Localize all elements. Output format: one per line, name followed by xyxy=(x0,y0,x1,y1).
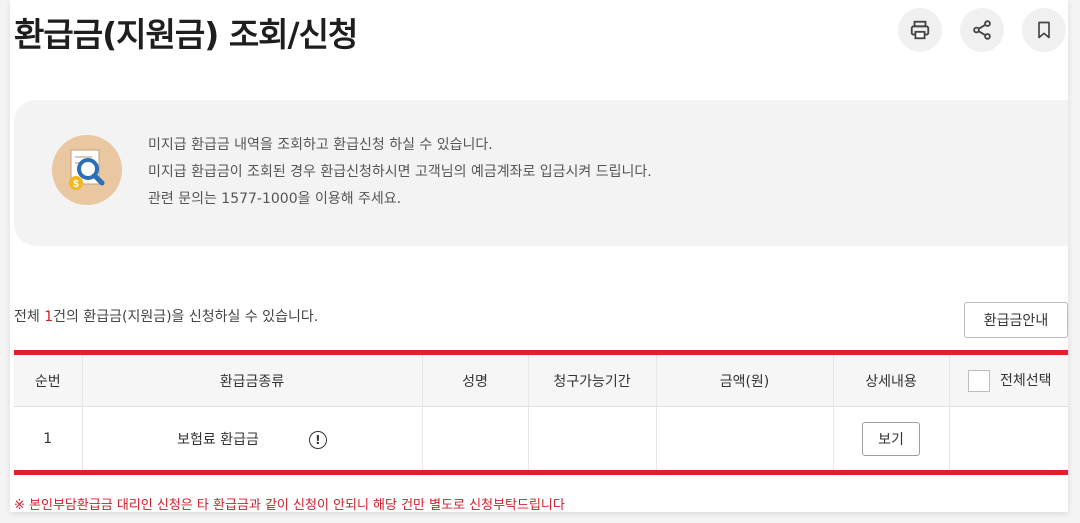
col-header-detail: 상세내용 xyxy=(832,352,949,407)
info-line: 미지급 환급금이 조회된 경우 환급신청하시면 고객님의 예금계좌로 입금시켜 … xyxy=(148,164,652,180)
cell-no: 1 xyxy=(43,430,53,447)
col-header-period: 청구가능기간 xyxy=(527,352,656,407)
refund-type-label: 보험료 환급금 xyxy=(177,431,259,448)
svg-text:$: $ xyxy=(73,179,79,190)
col-header-no: 순번 xyxy=(14,352,82,407)
printer-icon xyxy=(910,20,930,40)
summary-prefix: 전체 xyxy=(14,309,45,325)
cell-select xyxy=(948,406,1068,473)
notice-text: ※ 본인부담환급금 대리인 신청은 타 환급금과 같이 신청이 안되니 해당 건… xyxy=(14,498,565,512)
share-button[interactable] xyxy=(960,8,1004,52)
col-header-select-all: 전체선택 xyxy=(948,352,1068,407)
cell-amount xyxy=(655,406,833,473)
select-all-checkbox[interactable] xyxy=(967,369,990,392)
select-all-label: 전체선택 xyxy=(999,372,1052,389)
table-row: 1 보험료 환급금! 보기 xyxy=(14,406,1068,473)
refund-table: 순번 환급금종류 성명 청구가능기간 금액(원) 상세내용 전체선택 1 보험료… xyxy=(14,350,1068,475)
bookmark-icon xyxy=(1038,21,1050,39)
info-line: 미지급 환급금 내역을 조회하고 환급신청 하실 수 있습니다. xyxy=(148,137,493,153)
cell-period xyxy=(527,406,656,473)
view-detail-button[interactable]: 보기 xyxy=(862,421,920,456)
page-title: 환급금(지원금) 조회/신청 xyxy=(14,15,358,54)
page-container: 환급금(지원금) 조회/신청 $ 미지급 환급금 내역을 조회하고 환급신청 하… xyxy=(10,0,1068,512)
summary-suffix: 건의 환급금(지원금)을 신청하실 수 있습니다. xyxy=(53,309,319,325)
bookmark-button[interactable] xyxy=(1022,8,1066,52)
share-icon xyxy=(973,20,991,40)
summary-count: 1 xyxy=(44,309,54,325)
info-line: 관련 문의는 1577-1000을 이용해 주세요. xyxy=(148,191,402,207)
col-header-amount: 금액(원) xyxy=(655,352,833,407)
info-alert-icon[interactable]: ! xyxy=(308,430,327,449)
info-box: $ 미지급 환급금 내역을 조회하고 환급신청 하실 수 있습니다. 미지급 환… xyxy=(14,100,1068,246)
info-text: 미지급 환급금 내역을 조회하고 환급신청 하실 수 있습니다. 미지급 환급금… xyxy=(148,132,652,213)
cell-detail: 보기 xyxy=(832,406,949,473)
summary-text: 전체 1건의 환급금(지원금)을 신청하실 수 있습니다. xyxy=(14,306,318,326)
refund-guide-button[interactable]: 환급금안내 xyxy=(964,302,1068,338)
col-header-name: 성명 xyxy=(421,352,528,407)
search-magnifier-icon: $ xyxy=(52,135,122,205)
table-header-row: 순번 환급금종류 성명 청구가능기간 금액(원) 상세내용 전체선택 xyxy=(14,352,1068,407)
cell-name xyxy=(421,406,528,473)
col-header-type: 환급금종류 xyxy=(81,352,422,407)
cell-type: 보험료 환급금! xyxy=(81,406,422,473)
print-button[interactable] xyxy=(898,8,942,52)
